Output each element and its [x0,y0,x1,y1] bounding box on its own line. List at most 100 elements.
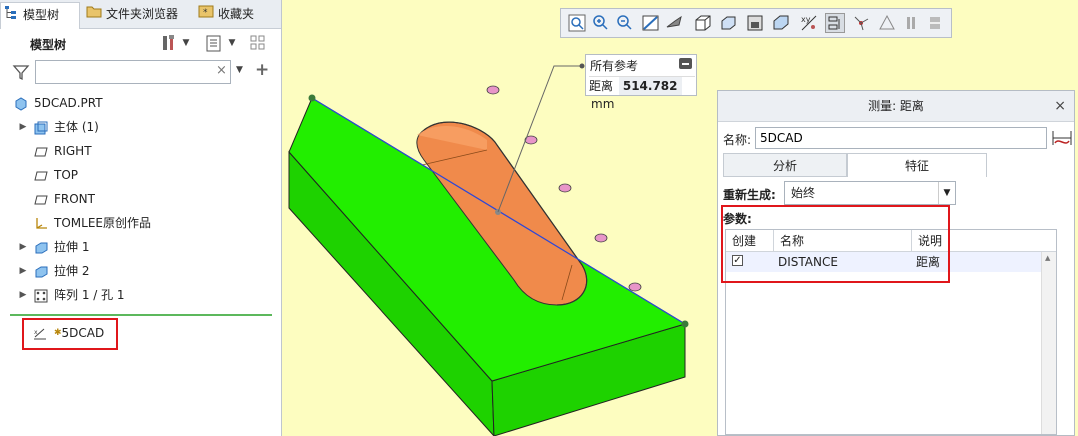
tab-label: 文件夹浏览器 [106,7,179,21]
highlight-box [721,205,950,283]
show-list-icon[interactable] [204,33,224,53]
dialog-title-bar: 测量: 距离 × [718,91,1074,122]
insert-here-line [10,314,272,316]
expand-arrow-icon[interactable]: ▶ [18,116,28,138]
scroll-up-icon[interactable]: ▲ [1045,254,1050,262]
refit-icon[interactable] [567,13,587,33]
watermark: Baidu经验 jingyan.baidu.com [823,326,1073,406]
add-filter-icon[interactable]: + [255,60,269,80]
name-input[interactable] [755,127,1047,149]
model-tree-panel: 模型树 文件夹浏览器 * 收藏夹 模型树 ▼ ▼ × ▼ + 5DCAD.PRT… [0,0,282,436]
tree-toolbar: 模型树 ▼ ▼ [0,28,281,58]
tree-node-extrude-1[interactable]: ▶ 拉伸 1 [0,236,281,258]
part-icon [14,96,28,111]
filter-icon[interactable] [12,63,30,84]
tree-node-front[interactable]: FRONT [0,188,281,210]
tree-node-label: RIGHT [54,144,92,158]
hole-5 [628,282,642,292]
tree-title: 模型树 [30,38,67,52]
datum-display-icon[interactable] [825,13,845,33]
tree-node-pattern[interactable]: ▶ 阵列 1 / 孔 1 [0,284,281,306]
tree-node-label: TOP [54,168,79,182]
svg-text:xy: xy [801,15,811,24]
hole-4 [594,233,608,243]
tree-search-input[interactable] [35,60,231,84]
tree-node-label: 拉伸 1 [54,240,90,254]
tab-label: 模型树 [23,8,60,22]
datum-plane-icon [34,168,48,182]
tree-node-label: TOMLEE原创作品 [54,216,151,230]
tab-label: 分析 [772,159,797,173]
hole-1 [486,85,500,95]
tab-feature[interactable]: 特征 [847,153,987,177]
perspective-icon[interactable] [771,13,791,33]
regenerate-select[interactable]: 始终 ▼ [784,181,956,205]
datum-plane-icon [34,192,48,206]
minimize-icon[interactable] [679,58,692,69]
search-dropdown-icon[interactable]: ▼ [236,65,243,75]
datum-plane-icon [34,144,48,158]
extrude-icon [34,240,48,254]
coordinate-system-icon [34,216,48,230]
settings-grid-icon[interactable] [248,33,268,53]
tree-node-label: 阵列 1 / 孔 1 [54,288,125,302]
tree-node-top[interactable]: TOP [0,164,281,186]
zoom-in-icon[interactable] [591,13,611,33]
regenerate-label: 重新生成: [723,188,776,202]
tree-node-part[interactable]: 5DCAD.PRT [0,92,281,114]
tree-node-body[interactable]: ▶ 主体 (1) [0,116,281,138]
highlight-box [22,318,118,350]
regenerate-value: 始终 [791,186,816,200]
distance-value: 514.782 [618,77,682,95]
stop-icon[interactable] [925,13,945,33]
zoom-out-icon[interactable] [615,13,635,33]
filter-row: × ▼ + [0,60,281,86]
annotation-display-icon[interactable]: xy [799,13,819,33]
expand-arrow-icon[interactable]: ▶ [18,260,28,282]
tab-analysis[interactable]: 分析 [723,153,847,177]
display-style-icon[interactable] [693,13,713,33]
hole-3 [558,183,572,193]
chevron-down-icon: ▼ [938,182,955,204]
close-icon[interactable]: × [1054,91,1066,121]
watermark-brand: Baidu经验 [828,336,1030,382]
svg-text:*: * [203,8,208,18]
tree-icon [3,4,19,28]
folder-icon [86,3,102,27]
spin-center-icon[interactable] [851,13,871,33]
tree-node-extrude-2[interactable]: ▶ 拉伸 2 [0,260,281,282]
dialog-title: 测量: 距离 [868,99,924,113]
distance-unit: mm [591,97,615,111]
measure-point-start [308,94,316,102]
show-warnings-icon[interactable] [877,13,897,33]
expand-arrow-icon[interactable]: ▶ [18,236,28,258]
clear-search-icon[interactable]: × [216,63,227,78]
tree-node-csys[interactable]: TOMLEE原创作品 [0,212,281,234]
tree-node-label: FRONT [54,192,95,206]
tab-label: 收藏夹 [218,7,255,21]
tools-icon[interactable] [160,33,180,53]
expand-arrow-icon[interactable]: ▶ [18,284,28,306]
callout-label: 距离 [589,79,614,93]
tree-node-label: 主体 (1) [54,120,99,134]
tab-folder-browser[interactable]: 文件夹浏览器 [84,2,192,26]
repaint-icon[interactable] [641,13,661,33]
measure-type-icon[interactable] [1051,127,1073,152]
distance-callout[interactable]: 所有参考 距离 514.782 mm [585,54,697,111]
star-icon: * [198,3,214,27]
pause-icon[interactable] [901,13,921,33]
orient-icon[interactable] [665,13,685,33]
callout-row: 距离 514.782 mm [589,76,695,111]
view-manager-icon[interactable] [745,13,765,33]
tab-model-tree[interactable]: 模型树 [0,2,80,29]
show-dropdown-icon[interactable]: ▼ [226,33,238,53]
dialog-tabs: 分析 特征 [723,153,987,177]
tree-node-label: 5DCAD.PRT [34,96,103,110]
tree-node-label: 拉伸 2 [54,264,90,278]
tools-dropdown-icon[interactable]: ▼ [180,33,192,53]
tree-node-right[interactable]: RIGHT [0,140,281,162]
saved-views-icon[interactable] [719,13,739,33]
extrude-icon [34,264,48,278]
pattern-icon [34,288,48,303]
tab-favorites[interactable]: * 收藏夹 [196,2,276,26]
